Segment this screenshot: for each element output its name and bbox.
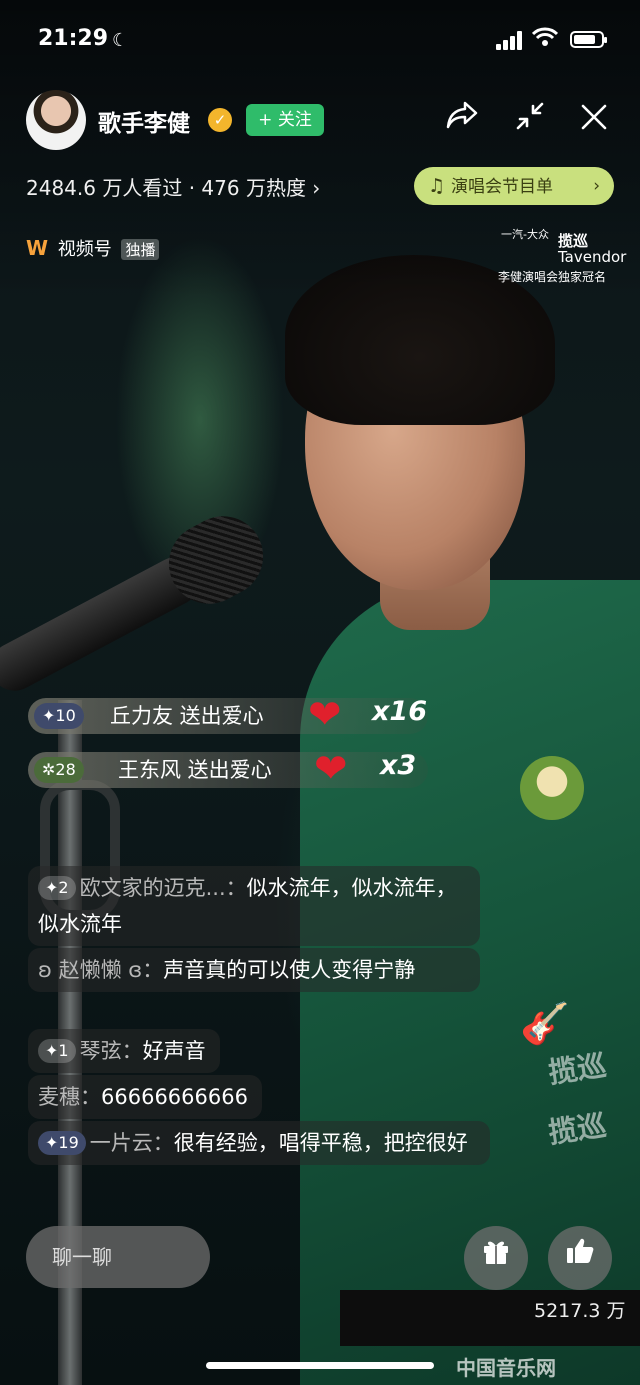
battery-fill xyxy=(574,35,595,44)
sticker-avatar[interactable] xyxy=(520,756,584,820)
user-level-badge: ✲28 xyxy=(34,757,84,783)
comment-nick[interactable]: 麦穗： xyxy=(38,1085,101,1109)
chat-comment: ✦2 欧文家的迈克...：似水流年，似水流年，似水流年 xyxy=(28,866,480,946)
comment-nick[interactable]: 一片云： xyxy=(90,1131,174,1155)
channels-logo-icon: W xyxy=(26,236,49,260)
concert-playlist-button[interactable]: ♫ 演唱会节目单 › xyxy=(414,167,614,205)
comment-text: 声音真的可以使人变得宁静 xyxy=(163,958,416,982)
brand-watermark: 揽巡 xyxy=(546,1108,609,1150)
gift-count: x16 xyxy=(372,696,427,727)
heart-icon: ❤ xyxy=(308,692,342,738)
music-note-icon: ♫ xyxy=(428,175,446,197)
channel-badge: W 视频号 独播 xyxy=(26,235,160,261)
chat-comment: 麦穗：66666666666 xyxy=(28,1075,262,1119)
guitar-icon: 🎸 xyxy=(520,1001,570,1047)
brand-mark: 一汽-大众 xyxy=(501,228,549,241)
brand-name-en: Tavendor xyxy=(558,248,627,266)
host-avatar[interactable] xyxy=(26,90,86,150)
battery-icon xyxy=(570,31,607,48)
gift-message: 丘力友 送出爱心 xyxy=(110,704,264,728)
gift-message: 王东风 送出爱心 xyxy=(118,758,272,782)
comment-text: 好声音 xyxy=(142,1039,206,1063)
sponsor-tagline: 李健演唱会独家冠名 xyxy=(498,270,607,284)
wifi-icon xyxy=(531,27,559,52)
verified-badge-icon: ✓ xyxy=(208,108,232,132)
gift-count: x3 xyxy=(380,750,417,781)
channel-name: 视频号 xyxy=(57,239,112,260)
thumbs-up-icon xyxy=(567,1238,594,1263)
moon-icon: ☾ xyxy=(112,30,129,51)
status-time: 21:29 xyxy=(38,26,109,51)
home-indicator[interactable] xyxy=(206,1362,434,1369)
comment-nick[interactable]: 欧文家的迈克...： xyxy=(80,876,247,900)
share-icon[interactable] xyxy=(442,100,482,140)
close-icon[interactable] xyxy=(574,100,614,140)
comment-text: 66666666666 xyxy=(101,1085,248,1109)
like-count: 5217.3 万 xyxy=(534,1300,626,1322)
user-level-badge: ✦10 xyxy=(34,703,84,729)
gift-icon xyxy=(484,1241,508,1264)
exclusive-tag: 独播 xyxy=(121,239,160,260)
minimize-icon[interactable] xyxy=(510,100,550,140)
like-button[interactable] xyxy=(548,1226,612,1290)
chat-comment: ʚ 赵懒懒 ɞ：声音真的可以使人变得宁静 xyxy=(28,948,480,992)
host-name[interactable]: 歌手李健 xyxy=(98,104,190,138)
site-watermark: 中国音乐网 xyxy=(456,1356,556,1380)
brand-watermark: 揽巡 xyxy=(546,1048,609,1090)
user-level-badge: ✦19 xyxy=(38,1131,86,1155)
chat-input[interactable]: 聊一聊 xyxy=(26,1226,210,1288)
chevron-right-icon: › xyxy=(593,176,600,196)
gift-button[interactable] xyxy=(464,1226,528,1290)
playlist-label: 演唱会节目单 xyxy=(451,177,554,197)
comment-nick[interactable]: ʚ 赵懒懒 ɞ： xyxy=(38,958,163,982)
comment-nick[interactable]: 琴弦： xyxy=(80,1039,143,1063)
chat-comment: ✦19 一片云：很有经验，唱得平稳，把控很好 xyxy=(28,1121,490,1165)
comment-text: 很有经验，唱得平稳，把控很好 xyxy=(173,1131,468,1155)
follow-button[interactable]: + 关注 xyxy=(246,104,324,136)
chat-comment: ✦1 琴弦：好声音 xyxy=(28,1029,220,1073)
heart-icon: ❤ xyxy=(314,746,348,792)
view-stats[interactable]: 2484.6 万人看过 · 476 万热度 › xyxy=(26,172,320,201)
gift-banner: ✲28 王东风 送出爱心 ❤ x3 xyxy=(28,746,428,792)
gift-banner: ✦10 丘力友 送出爱心 ❤ x16 xyxy=(28,692,428,738)
user-level-badge: ✦2 xyxy=(38,876,76,900)
user-level-badge: ✦1 xyxy=(38,1039,76,1063)
signal-icon xyxy=(496,30,526,50)
